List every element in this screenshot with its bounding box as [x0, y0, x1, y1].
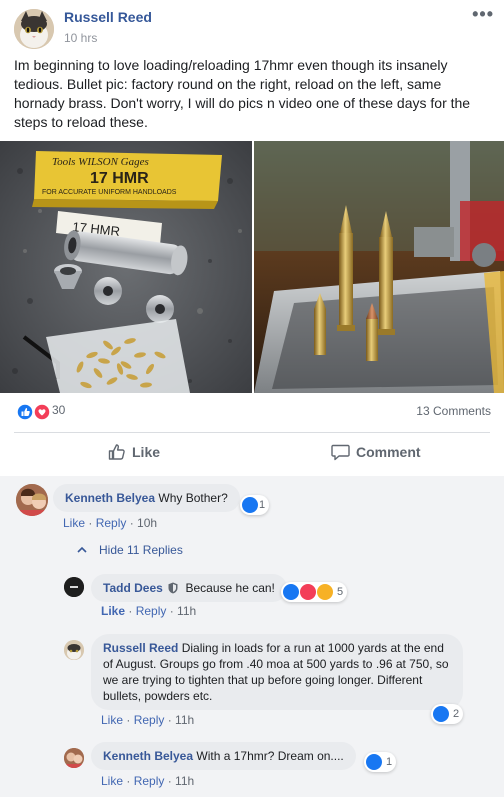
- box-text-caliber: 17 HMR: [90, 170, 149, 187]
- reply-meta: Like · Reply · 11h: [101, 604, 196, 618]
- separator: ·: [125, 604, 136, 618]
- reply-like-link[interactable]: Like: [101, 604, 125, 618]
- reply-like-link[interactable]: Like: [101, 713, 123, 727]
- reply-reaction-count: 1: [386, 756, 393, 768]
- reply-reply-link[interactable]: Reply: [134, 774, 165, 788]
- separator: ·: [123, 713, 134, 727]
- reply-reactions[interactable]: 5: [281, 582, 348, 602]
- author-name-link[interactable]: Russell Reed: [64, 9, 152, 25]
- chevron-up-icon: [77, 546, 87, 553]
- reply-text: Because he can!: [185, 581, 275, 595]
- reply-bubble: Tadd Dees Because he can!: [91, 574, 287, 602]
- haha-icon: [317, 584, 333, 600]
- comment-reaction-count: 1: [259, 499, 266, 511]
- author-avatar[interactable]: [14, 9, 54, 49]
- separator: ·: [85, 516, 96, 530]
- reactions-summary: 30 13 Comments: [0, 398, 504, 426]
- like-button[interactable]: Like: [108, 441, 160, 463]
- comment-time[interactable]: 10h: [137, 516, 157, 530]
- reply-text: With a 17hmr? Dream on....: [196, 749, 344, 763]
- comment-meta: Like · Reply · 10h: [63, 516, 157, 530]
- separator: ·: [164, 774, 176, 788]
- reply-meta: Like · Reply · 11h: [101, 713, 194, 727]
- separator: ·: [166, 604, 178, 618]
- post-timestamp[interactable]: 10 hrs: [64, 31, 97, 45]
- comments-section: Kenneth Belyea Why Bother? 1 Like · Repl…: [0, 476, 504, 797]
- like-icon: [283, 584, 299, 600]
- separator: ·: [123, 774, 134, 788]
- reply-reply-link[interactable]: Reply: [136, 604, 167, 618]
- reply-author-name[interactable]: Tadd Dees: [103, 581, 163, 595]
- reply-avatar[interactable]: [64, 640, 84, 660]
- comment-bubble: Kenneth Belyea Why Bother?: [53, 484, 240, 512]
- reply-reactions[interactable]: 2: [431, 704, 464, 724]
- more-dots-icon[interactable]: •••: [472, 4, 494, 25]
- separator: ·: [126, 516, 138, 530]
- reply-reply-link[interactable]: Reply: [134, 713, 165, 727]
- reply-author-name[interactable]: Russell Reed: [103, 641, 178, 655]
- like-icon: [433, 706, 449, 722]
- reply-meta: Like · Reply · 11h: [101, 774, 194, 788]
- reply-author-name[interactable]: Kenneth Belyea: [103, 749, 193, 763]
- reply-time[interactable]: 11h: [175, 774, 194, 788]
- like-icon: [366, 754, 382, 770]
- reply-avatar[interactable]: [64, 748, 84, 768]
- reply-bubble: Russell Reed Dialing in loads for a run …: [91, 634, 463, 710]
- post-text: Im beginning to love loading/reloading 1…: [14, 57, 471, 130]
- comment-button[interactable]: Comment: [331, 441, 421, 463]
- photo-tools[interactable]: Tools WILSON Gages 17 HMR FOR ACCURATE U…: [0, 141, 252, 393]
- box-text-tagline: FOR ACCURATE UNIFORM HANDLOADS: [42, 189, 177, 196]
- love-icon: [300, 584, 316, 600]
- hide-replies-link[interactable]: Hide 11 Replies: [77, 543, 183, 557]
- reaction-count[interactable]: 30: [52, 403, 65, 417]
- post-photos: Tools WILSON Gages 17 HMR FOR ACCURATE U…: [0, 141, 504, 393]
- commenter-avatar[interactable]: [16, 484, 48, 516]
- comments-count-link[interactable]: 13 Comments: [416, 404, 491, 418]
- comment-like-link[interactable]: Like: [63, 516, 85, 530]
- comment-bubble-icon: [331, 444, 350, 461]
- comment-button-label: Comment: [356, 444, 421, 460]
- post-header: Russell Reed 10 hrs •••: [0, 0, 504, 56]
- comment-text: Why Bother?: [158, 491, 228, 505]
- reply-like-link[interactable]: Like: [101, 774, 123, 788]
- reply-time[interactable]: 11h: [177, 604, 196, 618]
- reply-reaction-count: 5: [337, 586, 344, 598]
- reply-bubble: Kenneth Belyea With a 17hmr? Dream on...…: [91, 742, 356, 770]
- photo-bullets[interactable]: [254, 141, 504, 393]
- reply-reaction-count: 2: [453, 708, 460, 720]
- reaction-icons[interactable]: [16, 403, 51, 421]
- reply-avatar[interactable]: [64, 577, 84, 597]
- reply-reactions[interactable]: 1: [364, 752, 397, 772]
- thumbs-up-icon: [108, 444, 125, 460]
- shield-icon: [168, 582, 178, 594]
- box-text-brand: Tools WILSON Gages: [52, 156, 149, 168]
- comment-reactions[interactable]: 1: [240, 495, 270, 515]
- separator: ·: [164, 713, 176, 727]
- like-button-label: Like: [132, 444, 161, 460]
- reply-time[interactable]: 11h: [175, 713, 194, 727]
- hide-replies-label: Hide 11 Replies: [99, 543, 183, 557]
- post-actions: Like Comment: [0, 433, 504, 471]
- comment-reply-link[interactable]: Reply: [96, 516, 127, 530]
- like-icon: [242, 497, 258, 513]
- commenter-name[interactable]: Kenneth Belyea: [65, 491, 155, 505]
